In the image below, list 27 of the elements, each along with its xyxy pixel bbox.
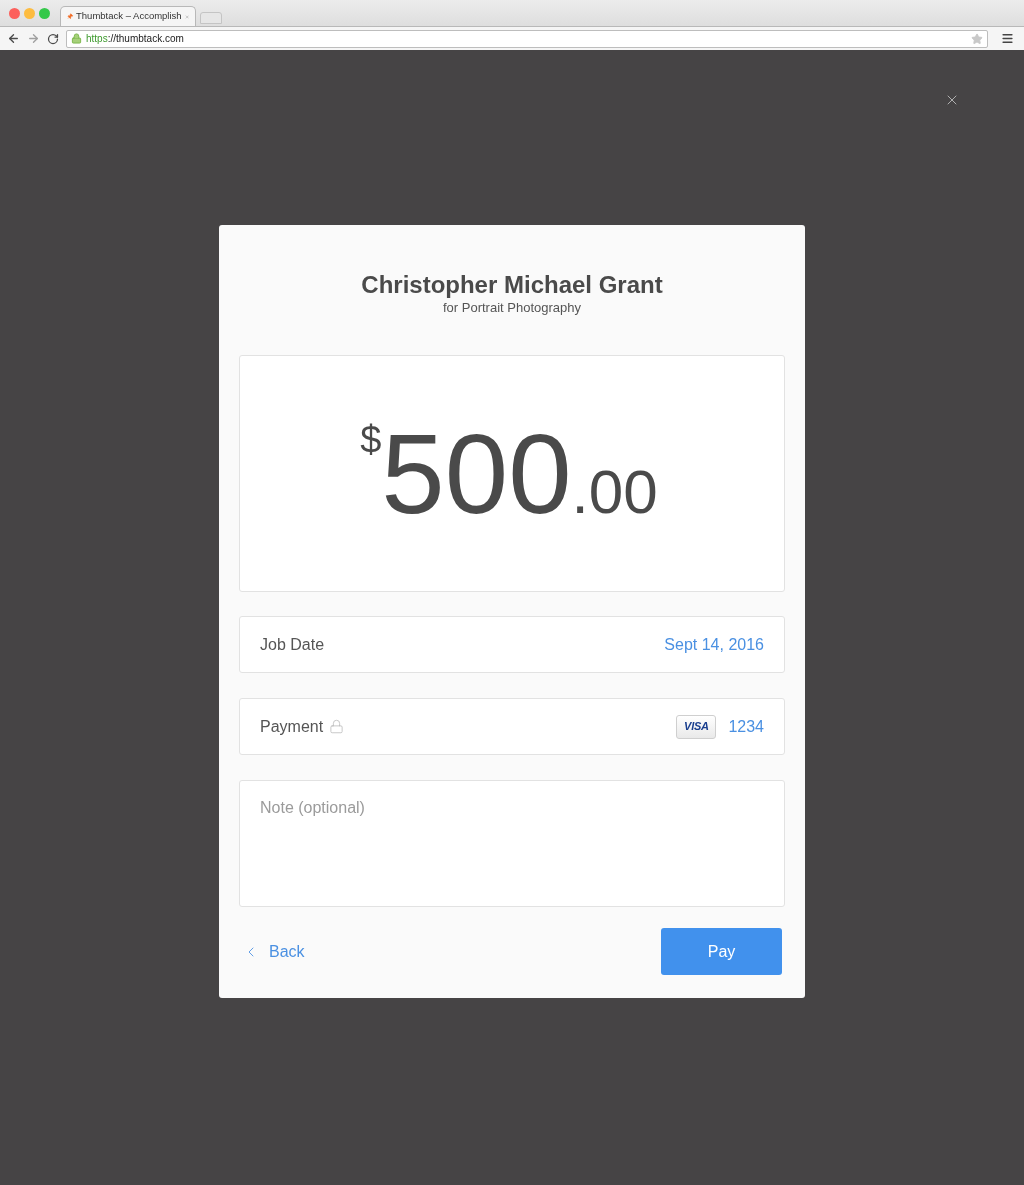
card-number-link[interactable]: 1234: [728, 714, 764, 739]
minimize-window-icon[interactable]: [24, 7, 35, 19]
amount-value: $500.00: [360, 416, 659, 531]
back-button[interactable]: [6, 31, 20, 46]
pay-button[interactable]: Pay: [661, 928, 782, 975]
bookmark-star-icon[interactable]: [971, 32, 983, 45]
zoom-window-icon[interactable]: [39, 7, 50, 19]
note-field[interactable]: Note (optional): [239, 780, 785, 907]
url-text: https://thumbtack.com: [86, 32, 184, 46]
lock-icon: [329, 719, 345, 734]
reload-button[interactable]: [46, 31, 60, 46]
row-label: Job Date: [260, 634, 325, 655]
card-brand-badge: VISA: [676, 714, 717, 739]
browser-tab[interactable]: Thumbtack – Accomplish: [60, 6, 196, 26]
job-date-link[interactable]: Sept 14, 2016: [664, 632, 764, 657]
close-window-icon[interactable]: [9, 7, 20, 19]
dialog-title: Christopher Michael Grant: [360, 271, 664, 299]
tab-close-icon[interactable]: [184, 12, 189, 21]
back-link[interactable]: Back: [243, 939, 305, 964]
lock-icon: [71, 33, 82, 44]
new-tab-button[interactable]: [200, 12, 222, 24]
forward-button[interactable]: [26, 31, 40, 46]
menu-icon[interactable]: [1001, 32, 1014, 45]
dialog-subtitle: for Portrait Photography: [442, 299, 582, 317]
row-label: Payment: [260, 716, 324, 737]
address-bar[interactable]: https://thumbtack.com: [66, 29, 988, 48]
tab-title: Thumbtack – Accomplish: [76, 9, 182, 24]
